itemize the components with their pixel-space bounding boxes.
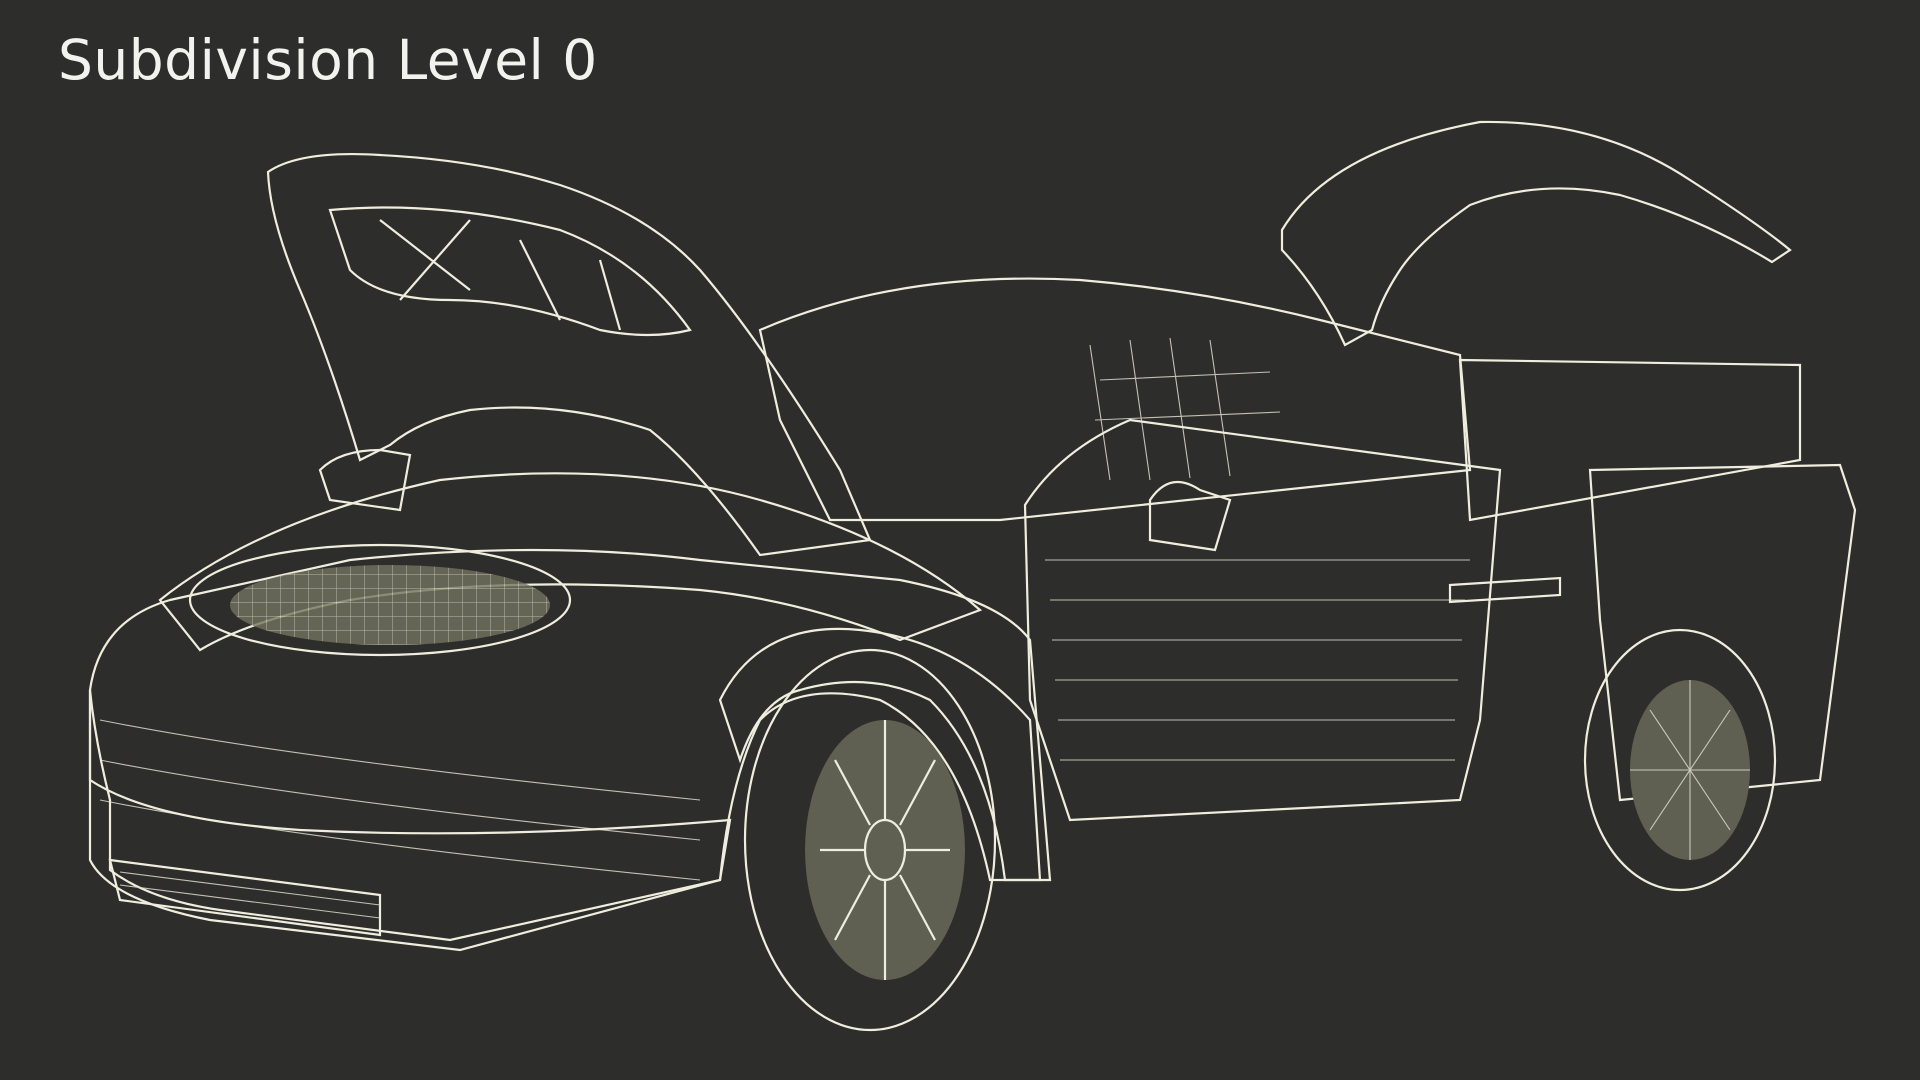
rear-wheel: [1583, 628, 1777, 892]
car-roof: [758, 277, 1472, 522]
frunk-area: [158, 472, 983, 657]
wireframe-car-render: [88, 120, 1857, 1032]
open-hood-lid: [266, 152, 872, 557]
render-viewport: Subdivision Level 0: [0, 0, 1920, 1080]
front-wheel: [743, 648, 997, 1032]
open-trunk-lid: [1280, 120, 1792, 347]
